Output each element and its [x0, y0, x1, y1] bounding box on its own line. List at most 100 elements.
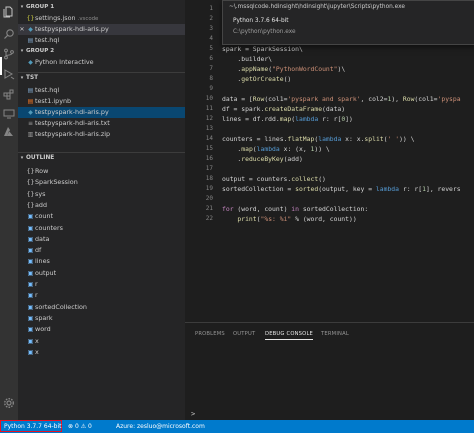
- line-number: 6: [209, 55, 213, 62]
- outline-header[interactable]: ▾ OUTLINE: [18, 152, 185, 164]
- outline-item-label: r: [35, 291, 38, 300]
- variable-icon: ▣: [27, 281, 34, 288]
- outline-item-label: x: [35, 347, 39, 356]
- tab-problems[interactable]: PROBLEMS: [195, 331, 225, 337]
- azure-account-status[interactable]: Azure: zesluo@microsoft.com: [116, 420, 205, 433]
- open-editor-item-active[interactable]: ✕ ◆ testpyspark-hdi-aris.py: [18, 24, 185, 35]
- code-line: .reduceByKey(add): [222, 155, 303, 163]
- variable-icon: ▣: [27, 292, 34, 300]
- variable-icon: ▣: [27, 337, 34, 345]
- open-editor-item[interactable]: ▤ test.hql: [18, 35, 185, 46]
- outline-item[interactable]: ▣ x: [18, 347, 185, 358]
- variable-icon: ▣: [27, 247, 34, 255]
- open-editor-item[interactable]: ◆ Python Interactive: [18, 57, 185, 68]
- outline-item[interactable]: ▣ word: [18, 324, 185, 335]
- chevron-down-icon: ▾: [20, 4, 24, 10]
- azure-icon[interactable]: [3, 126, 15, 138]
- close-icon[interactable]: ✕: [18, 24, 26, 35]
- file-item[interactable]: ≡ testpyspark-hdi-aris.txt: [18, 118, 185, 129]
- doc-icon: ▤: [27, 37, 34, 44]
- line-number: 13: [205, 125, 213, 132]
- outline-item-label: counters: [35, 223, 63, 232]
- open-editor-item[interactable]: {}settings.json .vscode: [18, 13, 185, 24]
- python-icon: ◆: [28, 59, 33, 66]
- file-item[interactable]: ▥ testpyspark-hdi-aris.zip: [18, 129, 185, 140]
- outline-item[interactable]: ▣ counters: [18, 223, 185, 234]
- outline-item-label: lines: [35, 257, 50, 266]
- quick-pick-path-hint: ~\.mssqlcode.hdinsight\hdinsight\jupyter…: [229, 4, 405, 10]
- outline-item[interactable]: ▣ count: [18, 211, 185, 222]
- file-item[interactable]: ▤ test.hql: [18, 85, 185, 96]
- outline-item[interactable]: ▣ r: [18, 279, 185, 290]
- line-number: 9: [209, 85, 213, 92]
- gear-icon[interactable]: [3, 397, 15, 409]
- variable-icon: ▣: [27, 348, 34, 356]
- variable-icon: ▣: [27, 224, 34, 232]
- search-icon[interactable]: [3, 28, 15, 40]
- code-line: for (word, count) in sortedCollection:: [222, 205, 369, 213]
- zip-icon: ▥: [27, 131, 34, 138]
- outline-item[interactable]: ▣ r: [18, 290, 185, 301]
- group-header[interactable]: ▾ GROUP 2: [18, 46, 185, 57]
- line-number: 18: [205, 175, 213, 182]
- outline-item[interactable]: ▣ x: [18, 336, 185, 347]
- outline-item-label: SparkSession: [35, 178, 78, 187]
- outline-item[interactable]: ▣ data: [18, 234, 185, 245]
- line-number-gutter: 1 2 3 4 5 6 7 8 9 10 11 12 13 14 15 16 17 18 19 20 21 22: [185, 0, 215, 322]
- tab-terminal[interactable]: TERMINAL: [321, 331, 349, 337]
- activity-bar: [0, 0, 18, 420]
- line-number: 12: [205, 115, 213, 122]
- outline-item[interactable]: ▣ lines: [18, 256, 185, 267]
- python-interpreter-selector[interactable]: Python 3.7.7 64-bit: [4, 420, 62, 433]
- problems-indicator[interactable]: ⊗ 0 ⚠ 0: [68, 420, 92, 433]
- warning-icon: ⚠: [80, 423, 87, 430]
- interpreter-option-title[interactable]: Python 3.7.6 64-bit: [233, 18, 289, 24]
- code-line: df = spark.createDataFrame(data): [222, 105, 346, 113]
- line-number: 20: [205, 195, 213, 202]
- outline-item-label: add: [35, 200, 48, 209]
- outline-item-label: sortedCollection: [35, 302, 87, 311]
- file-item-selected[interactable]: ◆ testpyspark-hdi-aris.py: [18, 107, 185, 118]
- python-icon: ◆: [28, 109, 33, 116]
- outline-item[interactable]: ▣ output: [18, 268, 185, 279]
- line-number: 16: [205, 155, 213, 162]
- variable-icon: ▣: [27, 269, 34, 277]
- outline-item-label: data: [35, 234, 50, 243]
- remote-explorer-icon[interactable]: [3, 108, 15, 120]
- code-line: sortedCollection = sorted(output, key = …: [222, 185, 461, 193]
- tab-debug-console[interactable]: DEBUG CONSOLE: [265, 331, 314, 340]
- group-header[interactable]: ▾ GROUP 1: [18, 2, 185, 13]
- doc-icon: ▤: [27, 87, 34, 94]
- outline-item-label: Row: [35, 167, 49, 175]
- line-number: 5: [209, 45, 213, 52]
- module-icon: {}: [26, 179, 35, 187]
- outline-item[interactable]: {}SparkSession: [18, 177, 185, 188]
- outline-item[interactable]: ▣ sortedCollection: [18, 302, 185, 313]
- module-icon: {}: [26, 190, 35, 198]
- extensions-icon[interactable]: [3, 88, 15, 100]
- tab-output[interactable]: OUTPUT: [233, 331, 255, 337]
- line-number: 2: [209, 15, 213, 22]
- outline-item-label: x: [35, 336, 39, 345]
- debug-icon[interactable]: [3, 68, 15, 80]
- outline-item[interactable]: ▣ spark: [18, 313, 185, 324]
- status-bar: Python 3.7.7 64-bit ⊗ 0 ⚠ 0 Azure: zeslu…: [0, 420, 474, 433]
- debug-console-prompt[interactable]: >: [191, 410, 195, 418]
- interpreter-quick-pick: ~\.mssqlcode.hdinsight\hdinsight\jupyter…: [222, 0, 474, 45]
- code-editor[interactable]: 12345678910111213141516171819202122 impo…: [185, 0, 474, 322]
- outline-item-label: df: [35, 246, 42, 255]
- explorer-icon[interactable]: [3, 6, 15, 18]
- chevron-down-icon: ▾: [20, 155, 24, 161]
- source-control-icon[interactable]: [3, 48, 15, 60]
- outline-item[interactable]: ▣ df: [18, 245, 185, 256]
- line-number: 8: [209, 75, 213, 82]
- code-line: .map(lambda x: (x, 1)) \: [222, 145, 330, 153]
- folder-header[interactable]: ▾ TST: [18, 72, 185, 84]
- outline-item-label: count: [35, 212, 54, 221]
- outline-item[interactable]: {}Row: [18, 166, 185, 177]
- line-number: 3: [209, 25, 213, 32]
- outline-item[interactable]: {}add: [18, 200, 185, 211]
- file-item[interactable]: ▤ test1.ipynb: [18, 96, 185, 107]
- outline-item[interactable]: {}sys: [18, 189, 185, 200]
- interpreter-option-path[interactable]: C:\python\python.exe: [233, 29, 296, 35]
